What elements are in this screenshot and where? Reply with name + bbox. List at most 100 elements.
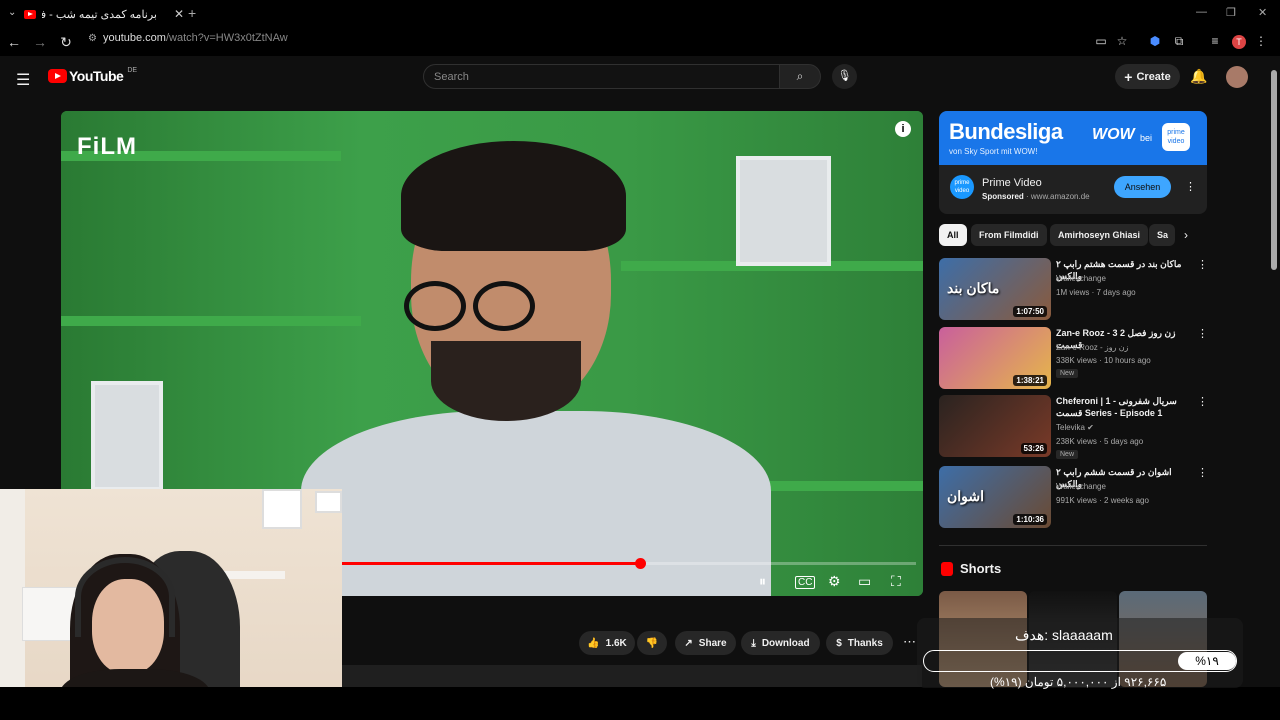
channel-name[interactable]: Wallexchange	[1056, 482, 1106, 491]
wall-picture	[91, 381, 163, 491]
thanks-icon: $	[836, 637, 842, 649]
dislike-button[interactable]: 👎	[637, 631, 667, 655]
scrollbar-thumb[interactable]	[1271, 70, 1277, 270]
url-field[interactable]: ⚙ youtube.com/watch?v=HW3x0tZtNAw	[88, 32, 288, 44]
back-icon[interactable]: ←	[2, 34, 26, 50]
url-path: /watch?v=HW3x0tZtNAw	[165, 32, 288, 44]
bookmark-star-icon[interactable]: ☆	[1115, 34, 1129, 48]
search-button[interactable]: ⌕	[779, 64, 821, 89]
chip-all[interactable]: All	[939, 224, 967, 246]
prime-video-badge: prime video	[1162, 123, 1190, 151]
share-label: Share	[698, 637, 727, 649]
chevron-right-icon[interactable]: ›	[1184, 228, 1188, 242]
download-icon: ⤓	[751, 637, 756, 649]
user-avatar[interactable]	[1226, 66, 1248, 88]
new-tab-icon[interactable]: +	[188, 5, 196, 21]
cast-icon[interactable]: ▭	[1094, 34, 1108, 48]
headset	[75, 557, 175, 637]
video-thumbnail[interactable]: ماکان بند 1:07:50	[939, 258, 1051, 320]
video-duration: 1:38:21	[1013, 375, 1047, 386]
video-more-icon[interactable]: ⋮	[1197, 258, 1208, 271]
chip-from-filmdidi[interactable]: From Filmdidi	[971, 224, 1047, 246]
goal-percent: %۱۹	[1178, 652, 1236, 670]
webcam-wall-frame	[315, 491, 342, 513]
scrubber-handle[interactable]	[635, 558, 646, 569]
reload-icon[interactable]: ↻	[54, 34, 78, 51]
recommendation-item[interactable]: اشوان 1:10:36 اشوان در قسمت ششم رابپ ۲ و…	[939, 466, 1208, 528]
country-code: DE	[127, 66, 138, 74]
captions-icon[interactable]: CC	[795, 576, 816, 589]
video-thumbnail[interactable]: 1:38:21	[939, 327, 1051, 389]
advertiser-name: Prime Video	[982, 177, 1042, 189]
channel-name: Televika	[1056, 423, 1085, 432]
create-label: Create	[1136, 70, 1171, 83]
video-more-icon[interactable]: ⋮	[1197, 327, 1208, 340]
profile-avatar[interactable]: T	[1232, 35, 1246, 49]
ad-subline: von Sky Sport mit WOW!	[949, 147, 1038, 156]
thumbs-down-icon: 👎	[645, 637, 659, 649]
notifications-bell-icon[interactable]: 🔔	[1190, 68, 1207, 85]
autoplay-toggle-icon[interactable]: ⏸	[759, 573, 766, 590]
microphone-icon: 🎙	[837, 70, 852, 82]
share-button[interactable]: ↗ Share	[675, 631, 736, 655]
media-control-icon[interactable]: ≡	[1208, 34, 1222, 48]
thumbnail-overlay-text: ماکان بند	[947, 280, 1000, 296]
ad-more-icon[interactable]: ⋮	[1185, 180, 1196, 193]
like-button[interactable]: 👍 1.6K	[579, 631, 635, 655]
channel-name[interactable]: Zan-e Rooz - زن روز	[1056, 343, 1128, 352]
video-thumbnail[interactable]: اشوان 1:10:36	[939, 466, 1051, 528]
video-duration: 53:26	[1020, 443, 1047, 454]
video-title[interactable]: Cheferoni | 1 سریال شفرونی - قسمت Series…	[1056, 395, 1194, 419]
share-icon: ↗	[684, 637, 693, 649]
info-icon[interactable]: i	[895, 121, 911, 137]
thanks-button[interactable]: $ Thanks	[826, 631, 893, 655]
browser-tab[interactable]: برنامه کمدی تیمه شب - فصل 5 ✕	[24, 4, 184, 24]
like-count: 1.6K	[605, 637, 627, 649]
youtube-logo[interactable]: YouTube DE	[48, 66, 138, 84]
description-box[interactable]	[342, 665, 922, 687]
extension-shield-icon[interactable]: ⬢	[1148, 34, 1162, 48]
more-actions-icon[interactable]: ⋯	[903, 634, 916, 650]
maximize-icon[interactable]: ❐	[1226, 6, 1236, 19]
video-more-icon[interactable]: ⋮	[1197, 395, 1208, 408]
sponsored-ad[interactable]: Bundesliga von Sky Sport mit WOW! WOW be…	[939, 111, 1207, 214]
chip-partial[interactable]: Sa	[1149, 224, 1175, 246]
video-meta: 338K views · 10 hours ago	[1056, 356, 1151, 365]
recommendation-item[interactable]: ماکان بند 1:07:50 ماکان بند در قسمت هشتم…	[939, 258, 1208, 320]
search-input[interactable]: Search	[423, 64, 780, 89]
video-more-icon[interactable]: ⋮	[1197, 466, 1208, 479]
chip-amirhoseyn-ghiasi[interactable]: Amirhoseyn Ghiasi	[1050, 224, 1149, 246]
ad-cta-button[interactable]: Ansehen	[1114, 176, 1171, 198]
progress-bar[interactable]	[341, 558, 916, 569]
fullscreen-icon[interactable]: ⛶	[891, 573, 901, 590]
settings-gear-icon[interactable]: ⚙	[828, 573, 841, 590]
recommendation-item[interactable]: 1:38:21 Zan-e Rooz - 3 زن روز فصل 2 قسمت…	[939, 327, 1208, 389]
wall-picture	[736, 156, 831, 266]
new-badge: New	[1056, 369, 1079, 378]
site-info-icon[interactable]: ⚙	[88, 33, 97, 44]
channel-row[interactable]: Televika ✔	[1056, 423, 1094, 432]
extensions-puzzle-icon[interactable]: ⧉	[1172, 34, 1186, 48]
video-thumbnail[interactable]: 53:26	[939, 395, 1051, 457]
minimize-icon[interactable]: —	[1196, 6, 1207, 18]
create-button[interactable]: + Create	[1115, 64, 1180, 89]
goal-title: هدف: slaaaaam	[1015, 627, 1113, 643]
close-tab-icon[interactable]: ✕	[174, 7, 184, 21]
browser-menu-icon[interactable]: ⋮	[1254, 34, 1268, 48]
url-host: youtube.com	[102, 32, 166, 44]
plus-icon: +	[1124, 68, 1133, 85]
thanks-label: Thanks	[847, 637, 883, 649]
voice-search-button[interactable]: 🎙	[832, 64, 857, 89]
section-divider	[939, 545, 1207, 546]
recommendation-item[interactable]: 53:26 Cheferoni | 1 سریال شفرونی - قسمت …	[939, 395, 1208, 459]
tab-list-icon[interactable]: ⌄	[8, 7, 16, 18]
shorts-heading: Shorts	[960, 561, 1002, 576]
channel-name[interactable]: Wallexchange	[1056, 274, 1106, 283]
logo-text: YouTube	[69, 68, 124, 84]
download-button[interactable]: ⤓ Download	[741, 631, 820, 655]
menu-icon[interactable]: ☰	[16, 70, 30, 90]
theater-mode-icon[interactable]: ▭	[858, 573, 871, 590]
close-window-icon[interactable]: ✕	[1258, 6, 1267, 19]
forward-icon[interactable]: →	[28, 34, 52, 50]
ad-domain: www.amazon.de	[1030, 192, 1090, 201]
